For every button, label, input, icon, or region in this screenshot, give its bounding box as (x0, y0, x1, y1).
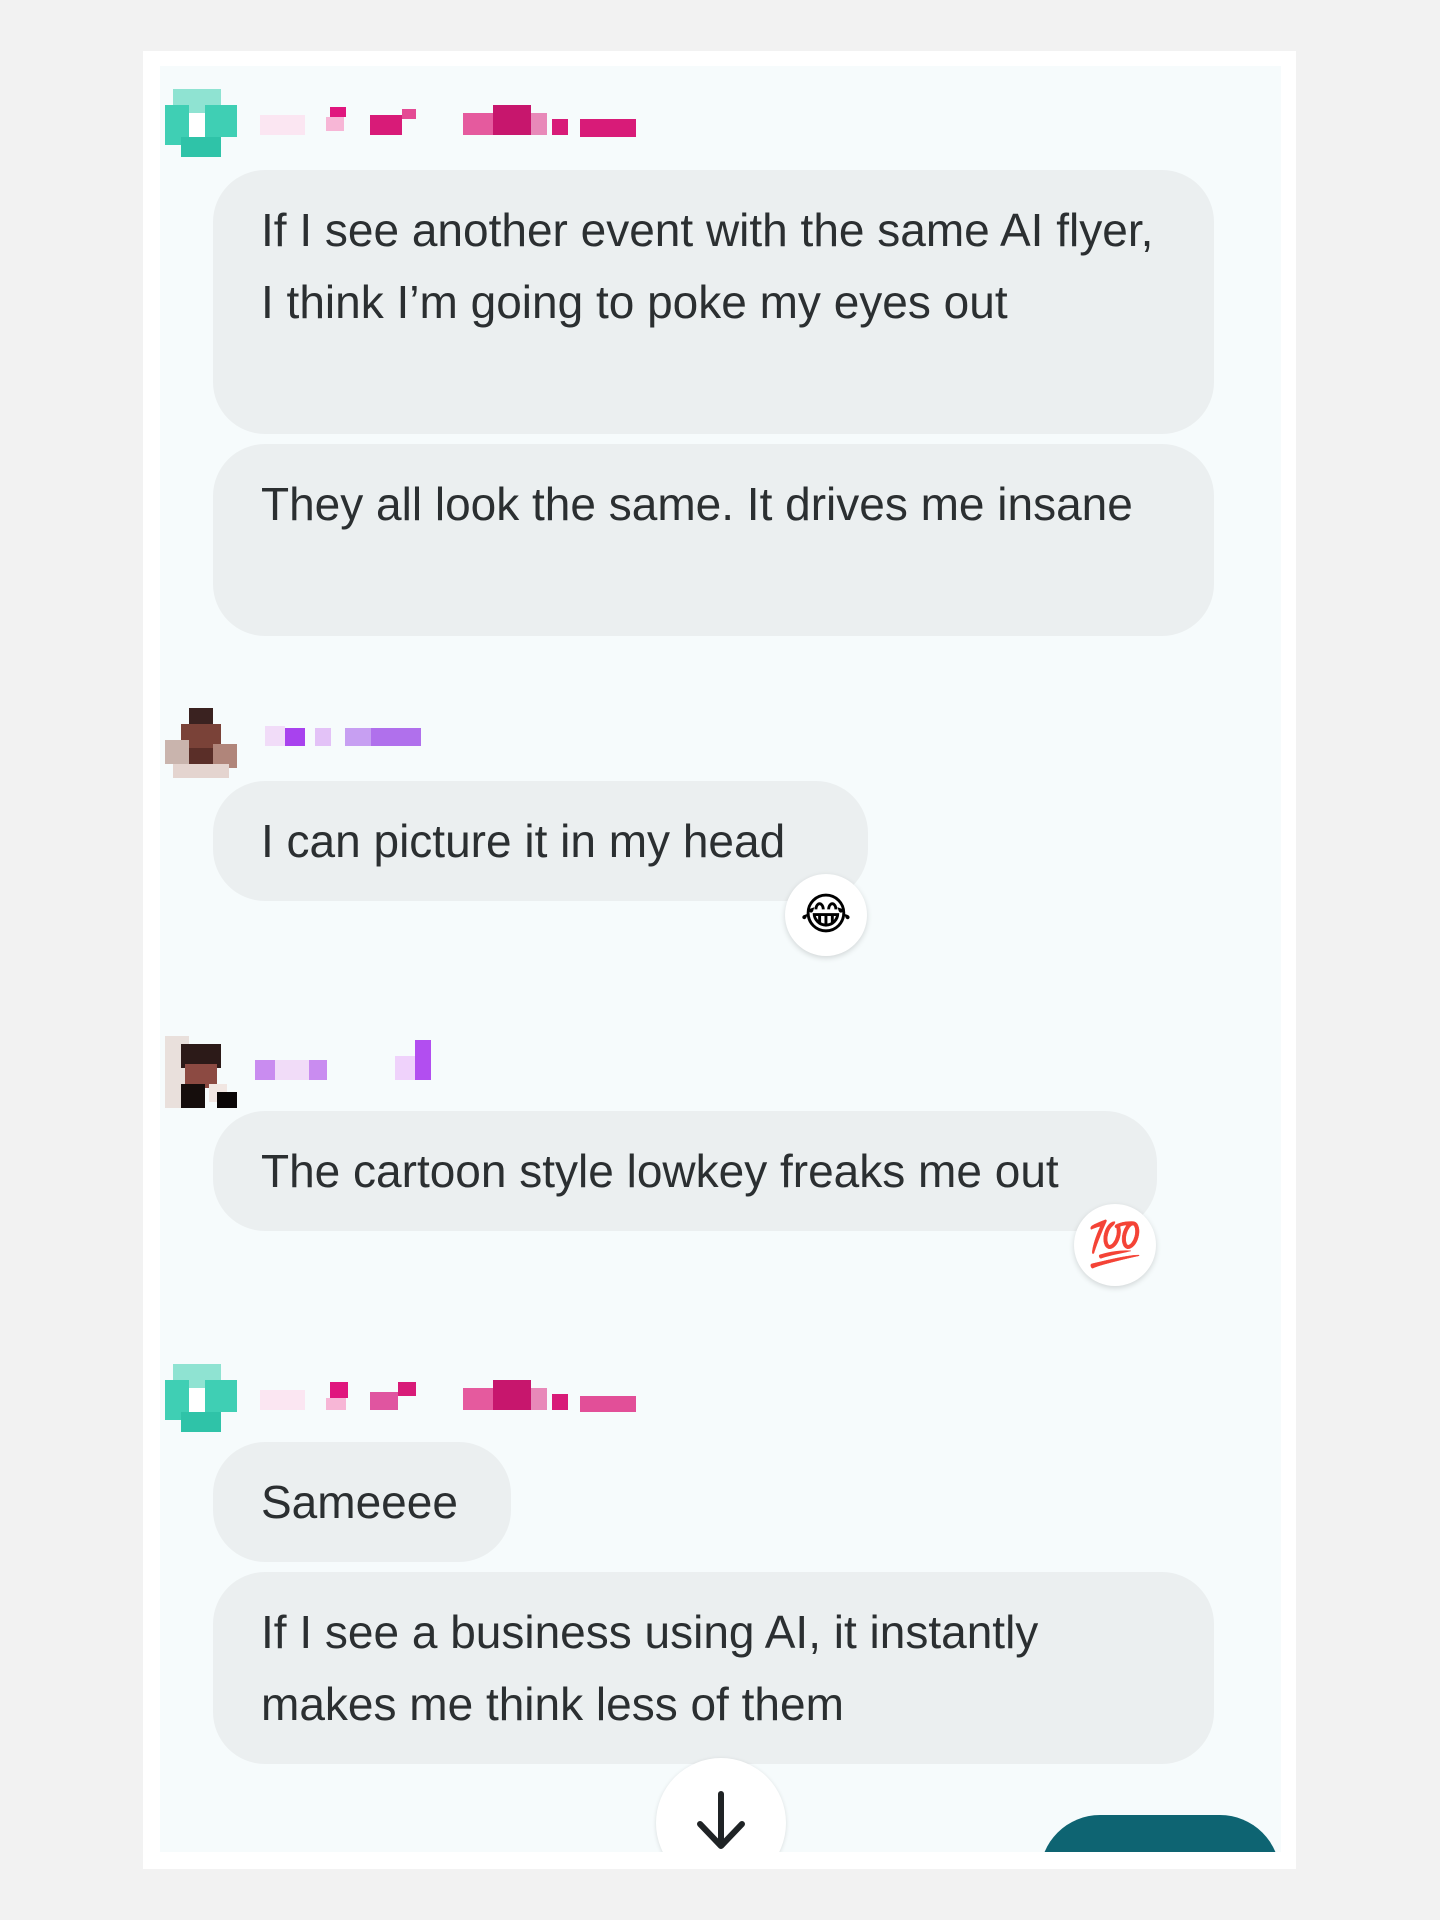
message-bubble[interactable]: The cartoon style lowkey freaks me out (213, 1111, 1157, 1231)
message-bubble[interactable]: They all look the same. It drives me ins… (213, 444, 1214, 636)
avatar[interactable] (165, 1364, 237, 1436)
sender-header (165, 1036, 465, 1108)
avatar[interactable] (165, 708, 237, 780)
avatar[interactable] (165, 89, 237, 161)
scroll-to-bottom-button[interactable] (656, 1758, 786, 1852)
avatar[interactable] (165, 1036, 237, 1108)
message-bubble[interactable]: I can picture it in my head (213, 781, 868, 901)
hundred-points-emoji-icon[interactable]: 💯 (1074, 1204, 1156, 1286)
laughing-emoji-icon[interactable]: 😂 (785, 874, 867, 956)
sender-header (165, 89, 725, 161)
sender-header (165, 708, 485, 780)
message-bubble[interactable]: If I see another event with the same AI … (213, 170, 1214, 434)
chat-screen[interactable]: If I see another event with the same AI … (160, 66, 1281, 1852)
redacted-name (265, 708, 485, 780)
redacted-name (255, 1036, 465, 1108)
message-bubble[interactable]: Sameeee (213, 1442, 511, 1562)
arrow-down-icon (697, 1791, 745, 1849)
message-bubble[interactable]: If I see a business using AI, it instant… (213, 1572, 1214, 1764)
sender-header (165, 1364, 725, 1436)
redacted-name (260, 89, 725, 161)
redacted-name (260, 1364, 725, 1436)
compose-button[interactable] (1040, 1815, 1280, 1852)
